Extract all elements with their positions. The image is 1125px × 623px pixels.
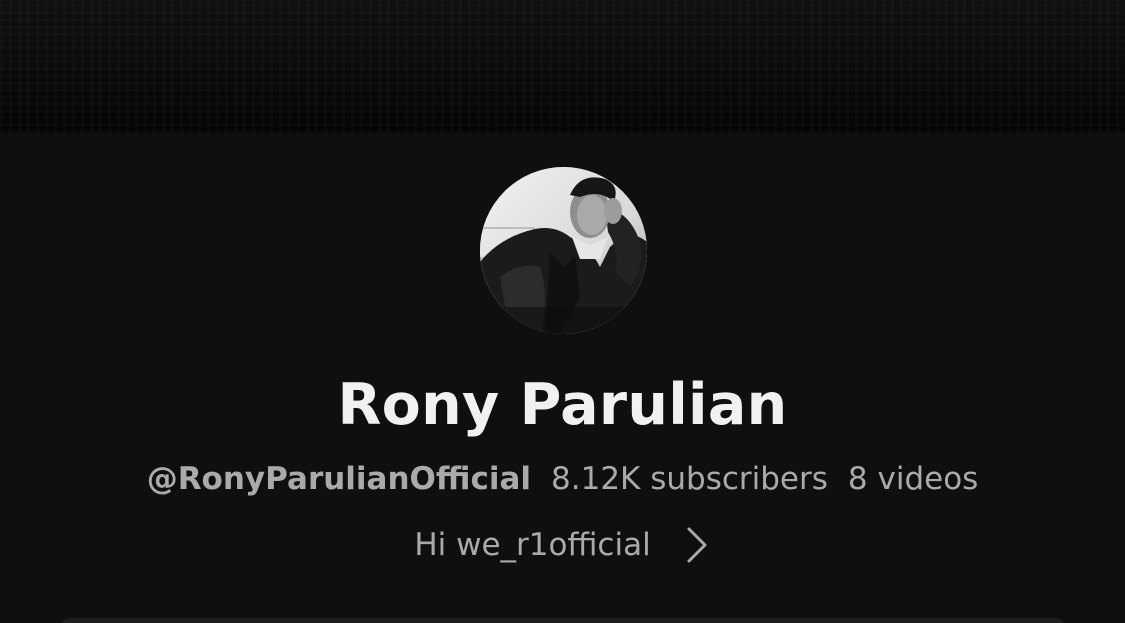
channel-handle: @RonyParulianOfficial (146, 461, 532, 497)
channel-banner[interactable] (0, 0, 1125, 133)
channel-name: Rony Parulian (337, 372, 788, 438)
channel-header: Rony Parulian @RonyParulianOfficial 8.12… (0, 0, 1125, 623)
channel-description-link[interactable]: Hi we_r1official (0, 523, 1125, 567)
channel-meta: @RonyParulianOfficial 8.12K subscribers … (0, 458, 1125, 500)
subscriber-count: 8.12K subscribers (551, 461, 828, 497)
channel-description: Hi we_r1official (414, 527, 651, 563)
next-section-edge (60, 618, 1065, 623)
chevron-right-icon (681, 523, 711, 567)
video-count: 8 videos (847, 461, 979, 497)
avatar-photo (480, 167, 647, 334)
channel-avatar[interactable] (480, 167, 647, 334)
